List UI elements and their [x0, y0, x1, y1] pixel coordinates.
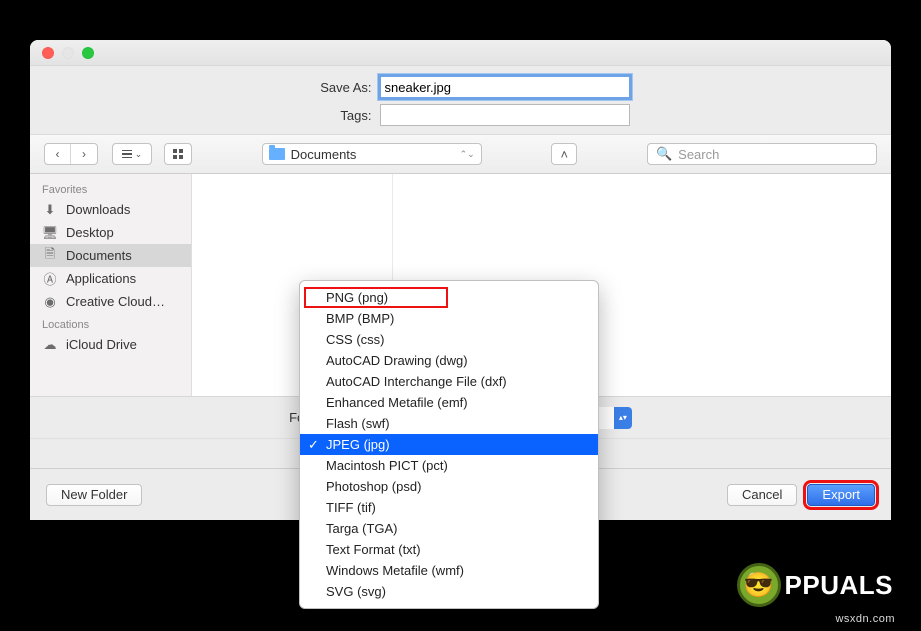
view-switcher[interactable]: ⌄ [112, 143, 152, 165]
format-menu-item[interactable]: ✓ JPEG (jpg) [300, 434, 598, 455]
format-menu-item-label: AutoCAD Drawing (dwg) [326, 353, 468, 368]
forward-button[interactable]: › [71, 144, 97, 164]
format-menu-item-label: Macintosh PICT (pct) [326, 458, 448, 473]
format-menu-item-label: CSS (css) [326, 332, 385, 347]
format-menu-item-label: TIFF (tif) [326, 500, 376, 515]
sidebar-item-applications[interactable]: Ⓐ Applications [30, 267, 191, 290]
close-window-button[interactable] [42, 47, 54, 59]
sidebar-item-label: Desktop [66, 225, 114, 240]
format-menu-item[interactable]: BMP (BMP) [300, 308, 598, 329]
format-menu-item-label: Targa (TGA) [326, 521, 398, 536]
creative-cloud-icon: ◉ [42, 295, 58, 309]
sidebar-item-label: Applications [66, 271, 136, 286]
view-columns-icon[interactable]: ⌄ [113, 144, 151, 164]
sidebar-item-documents[interactable]: 🗎 Documents [30, 244, 191, 267]
sidebar-item-icloud[interactable]: ☁︎ iCloud Drive [30, 333, 191, 356]
desktop-icon: 🖥 [42, 226, 58, 240]
sidebar-item-desktop[interactable]: 🖥 Desktop [30, 221, 191, 244]
format-menu-item-label: Text Format (txt) [326, 542, 421, 557]
cancel-button[interactable]: Cancel [727, 484, 797, 506]
folder-icon [269, 148, 285, 160]
sidebar-item-label: Creative Cloud… [66, 294, 165, 309]
format-menu-item[interactable]: Windows Metafile (wmf) [300, 560, 598, 581]
back-button[interactable]: ‹ [45, 144, 71, 164]
sidebar-header-favorites: Favorites [30, 178, 191, 198]
export-button[interactable]: Export [807, 484, 875, 506]
appuals-logo-text: PPUALS [785, 570, 893, 601]
search-placeholder: Search [678, 147, 719, 162]
applications-icon: Ⓐ [42, 272, 58, 286]
chevron-updown-icon: ▴▾ [614, 407, 632, 429]
format-menu-item[interactable]: Text Format (txt) [300, 539, 598, 560]
format-menu-item[interactable]: Photoshop (psd) [300, 476, 598, 497]
format-menu-item-label: Windows Metafile (wmf) [326, 563, 464, 578]
format-menu-item-label: AutoCAD Interchange File (dxf) [326, 374, 507, 389]
sidebar-item-label: Documents [66, 248, 132, 263]
collapse-button[interactable]: ˄ [551, 143, 577, 165]
tags-input[interactable] [380, 104, 630, 126]
sidebar-item-creative-cloud[interactable]: ◉ Creative Cloud… [30, 290, 191, 313]
nav-back-forward: ‹ › [44, 143, 98, 165]
download-icon: ⬇︎ [42, 203, 58, 217]
path-popup[interactable]: Documents ⌃⌄ [262, 143, 482, 165]
group-icon [165, 144, 191, 164]
icloud-icon: ☁︎ [42, 338, 58, 352]
format-menu-item-label: JPEG (jpg) [326, 437, 390, 452]
appuals-mascot-icon [737, 563, 781, 607]
format-menu-item[interactable]: CSS (css) [300, 329, 598, 350]
check-icon: ✓ [308, 437, 319, 453]
sidebar-item-label: Downloads [66, 202, 130, 217]
format-menu-item-label: BMP (BMP) [326, 311, 394, 326]
save-as-label: Save As: [292, 80, 372, 95]
chevron-updown-icon: ⌃⌄ [460, 149, 475, 160]
tags-label: Tags: [292, 108, 372, 123]
watermark-text: wsxdn.com [835, 613, 895, 625]
format-menu-item[interactable]: SVG (svg) [300, 581, 598, 602]
format-menu-item[interactable]: AutoCAD Interchange File (dxf) [300, 371, 598, 392]
zoom-window-button[interactable] [82, 47, 94, 59]
format-menu-item[interactable]: TIFF (tif) [300, 497, 598, 518]
format-menu-item-label: Photoshop (psd) [326, 479, 421, 494]
format-menu-item[interactable]: Macintosh PICT (pct) [300, 455, 598, 476]
format-menu-item-label: SVG (svg) [326, 584, 386, 599]
minimize-window-button [62, 47, 74, 59]
format-menu-item-label: Enhanced Metafile (emf) [326, 395, 468, 410]
sidebar-item-label: iCloud Drive [66, 337, 137, 352]
format-menu-item[interactable]: PNG (png) [300, 287, 598, 308]
sidebar-header-locations: Locations [30, 313, 191, 333]
format-menu-item[interactable]: Flash (swf) [300, 413, 598, 434]
format-menu-item-label: PNG (png) [326, 290, 388, 305]
finder-toolbar: ‹ › ⌄ Documents ⌃⌄ ˄ 🔍 Search [30, 134, 891, 174]
sidebar-item-downloads[interactable]: ⬇︎ Downloads [30, 198, 191, 221]
appuals-logo: PPUALS [737, 563, 893, 607]
format-dropdown-menu[interactable]: PNG (png) BMP (BMP) CSS (css) AutoCAD Drawi… [299, 280, 599, 609]
search-icon: 🔍 [656, 146, 672, 162]
format-menu-item[interactable]: AutoCAD Drawing (dwg) [300, 350, 598, 371]
sidebar: Favorites ⬇︎ Downloads 🖥 Desktop 🗎 Docum… [30, 174, 192, 396]
search-field[interactable]: 🔍 Search [647, 143, 877, 165]
titlebar [30, 40, 891, 66]
group-button[interactable] [164, 143, 192, 165]
path-label: Documents [291, 147, 357, 162]
format-menu-item[interactable]: Enhanced Metafile (emf) [300, 392, 598, 413]
chevron-up-icon: ˄ [561, 147, 569, 162]
new-folder-button[interactable]: New Folder [46, 484, 142, 506]
documents-icon: 🗎 [42, 249, 58, 263]
save-form: Save As: Tags: [30, 66, 891, 134]
format-menu-item[interactable]: Targa (TGA) [300, 518, 598, 539]
save-as-input[interactable] [380, 76, 630, 98]
format-menu-item-label: Flash (swf) [326, 416, 390, 431]
